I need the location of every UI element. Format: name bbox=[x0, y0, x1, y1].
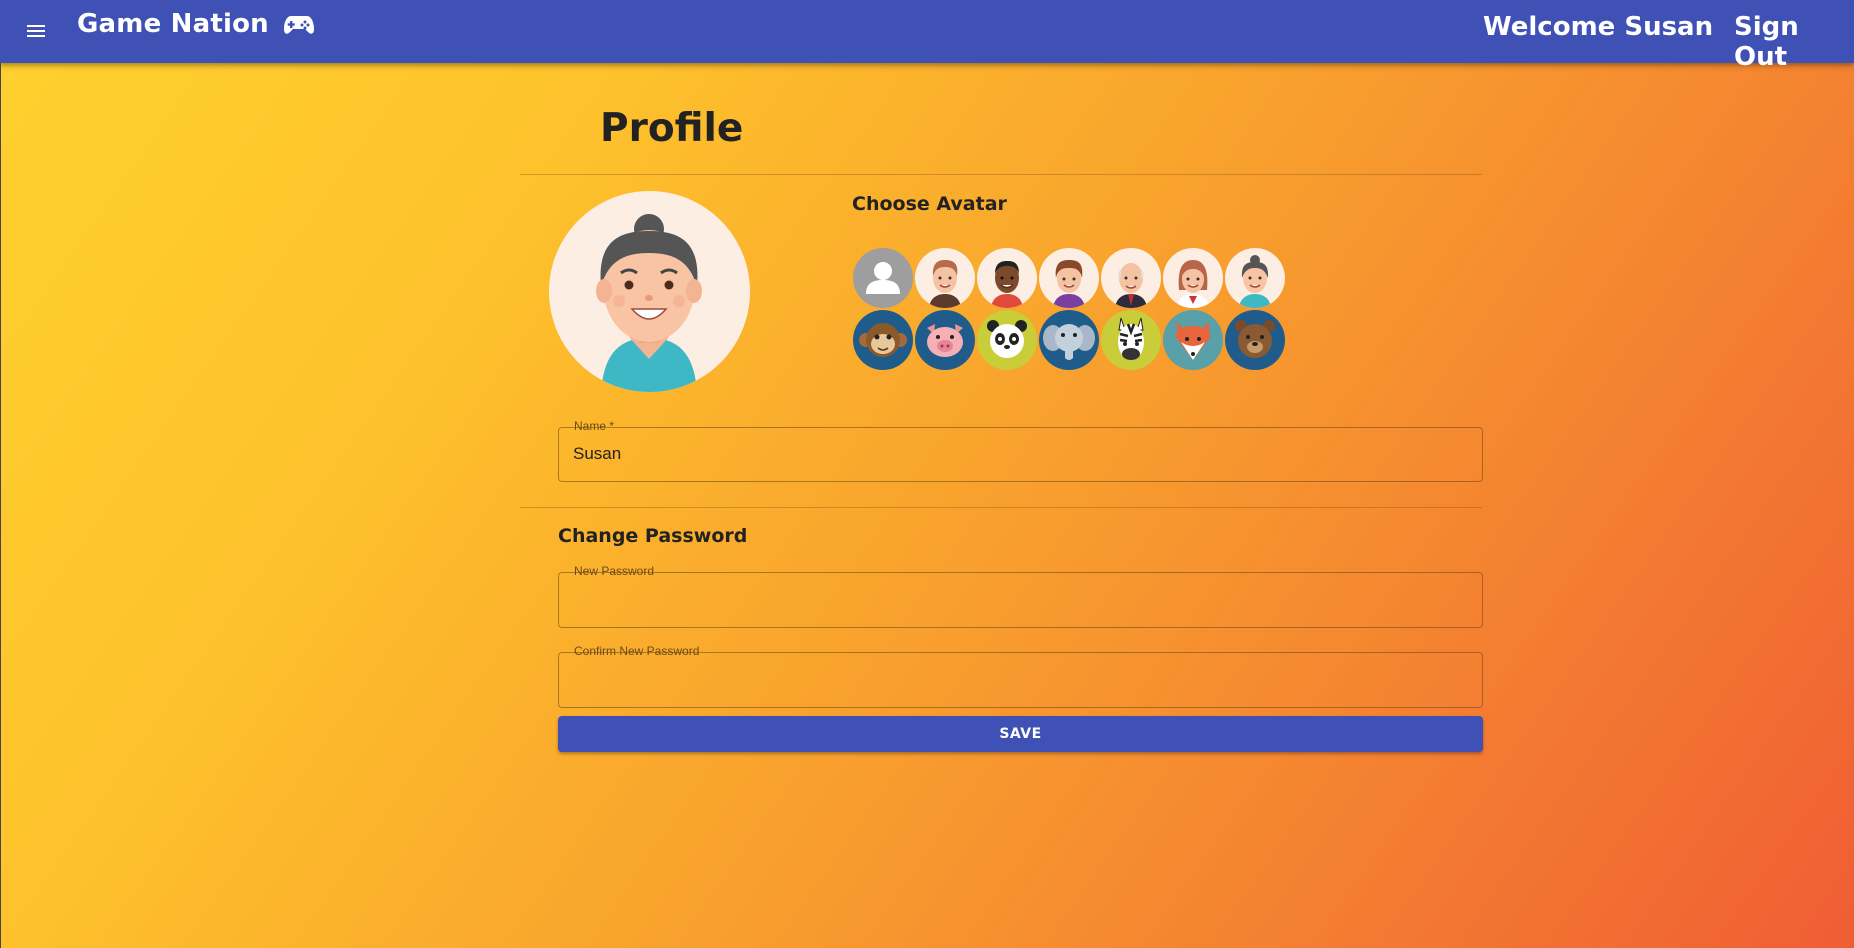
elephant-icon bbox=[1043, 324, 1095, 360]
avatar-option-monkey[interactable] bbox=[853, 310, 913, 370]
save-button[interactable]: SAVE bbox=[558, 716, 1483, 752]
zebra-icon bbox=[1118, 317, 1144, 360]
monkey-icon bbox=[859, 323, 907, 357]
boy-brown-hair-icon bbox=[1053, 260, 1085, 308]
panda-icon bbox=[987, 320, 1027, 358]
name-field-label: Name * bbox=[574, 419, 615, 433]
avatar-option-woman-grey-bun[interactable] bbox=[1225, 248, 1285, 308]
avatar-option-man-dark-skin[interactable] bbox=[977, 248, 1037, 308]
page-title: Profile bbox=[600, 106, 744, 151]
gamepad-icon bbox=[284, 16, 315, 34]
app-title[interactable]: Game Nation bbox=[77, 9, 315, 39]
page-left-edge bbox=[0, 63, 1, 948]
avatar-option-boy-brown-hair[interactable] bbox=[1039, 248, 1099, 308]
change-password-heading: Change Password bbox=[558, 525, 748, 547]
welcome-text: Welcome Susan bbox=[1483, 12, 1714, 42]
old-man-bald-icon bbox=[1115, 263, 1147, 308]
title-divider bbox=[520, 174, 1482, 175]
name-field[interactable]: Name * Susan bbox=[558, 419, 1483, 482]
confirm-password-field[interactable]: Confirm New Password bbox=[558, 644, 1483, 708]
avatar-option-bear[interactable] bbox=[1225, 310, 1285, 370]
avatar-option-old-man-bald[interactable] bbox=[1101, 248, 1161, 308]
woman-red-hair-icon bbox=[1177, 260, 1209, 308]
avatar-option-pig[interactable] bbox=[915, 310, 975, 370]
woman-grey-bun-avatar-icon bbox=[596, 214, 702, 392]
man-dark-skin-icon bbox=[991, 261, 1023, 308]
sign-out-button[interactable]: Sign Out bbox=[1734, 12, 1854, 72]
avatar-option-fox[interactable] bbox=[1163, 310, 1223, 370]
selected-avatar bbox=[549, 191, 750, 392]
avatar-option-woman-red-hair[interactable] bbox=[1163, 248, 1223, 308]
woman-grey-bun-icon bbox=[1239, 255, 1271, 308]
choose-avatar-label: Choose Avatar bbox=[852, 193, 1007, 215]
hamburger-menu-icon[interactable] bbox=[24, 18, 50, 44]
avatar-option-panda[interactable] bbox=[977, 310, 1037, 370]
avatar-option-default-user[interactable] bbox=[853, 248, 913, 308]
fox-icon bbox=[1175, 322, 1211, 360]
new-password-label: New Password bbox=[574, 564, 655, 578]
app-bar: Game Nation Welcome Susan Sign Out bbox=[0, 0, 1854, 72]
avatar-option-elephant[interactable] bbox=[1039, 310, 1099, 370]
new-password-field[interactable]: New Password bbox=[558, 564, 1483, 628]
confirm-password-label: Confirm New Password bbox=[574, 644, 700, 658]
bear-icon bbox=[1235, 320, 1275, 358]
avatar-option-zebra[interactable] bbox=[1101, 310, 1161, 370]
man-brown-hair-icon bbox=[929, 260, 961, 308]
default-user-icon bbox=[866, 262, 900, 294]
avatar-option-man-brown-hair[interactable] bbox=[915, 248, 975, 308]
app-title-text: Game Nation bbox=[77, 9, 269, 39]
pig-icon bbox=[927, 324, 963, 357]
name-input-value[interactable]: Susan bbox=[573, 444, 621, 464]
section-divider bbox=[520, 507, 1482, 508]
